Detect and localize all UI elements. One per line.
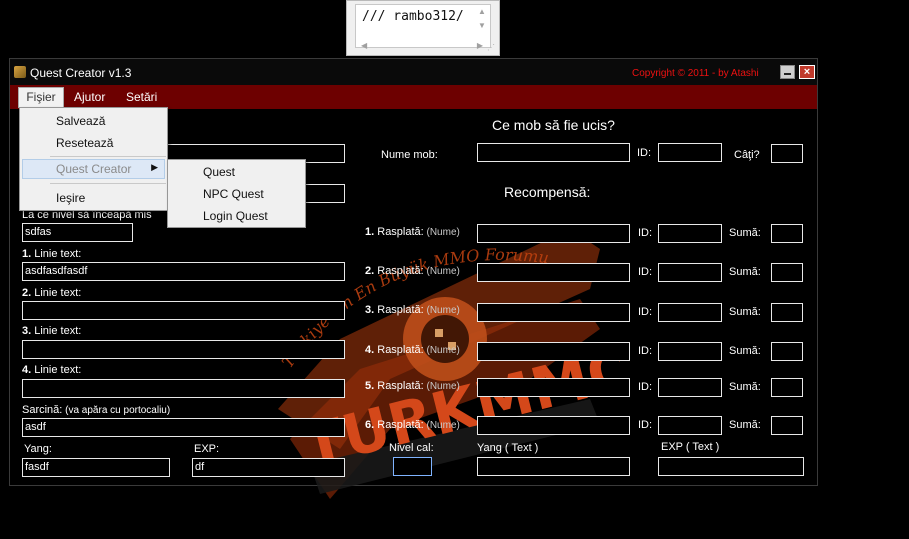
line1-label: 1. Linie text: bbox=[22, 248, 82, 260]
resize-grip-icon[interactable]: ⋰ bbox=[487, 44, 495, 52]
yang-text-input[interactable] bbox=[477, 457, 630, 476]
menu-item-salveaza[interactable]: Salvează bbox=[56, 114, 105, 128]
reward1-id-input[interactable] bbox=[658, 224, 722, 243]
scroll-right-icon[interactable]: ▶ bbox=[477, 42, 483, 50]
reward4-label: 4. Rasplată: (Nume) bbox=[365, 344, 460, 356]
reward3-id-input[interactable] bbox=[658, 303, 722, 322]
exp-input[interactable]: df bbox=[192, 458, 345, 477]
mob-id-label: ID: bbox=[637, 147, 652, 159]
mob-id-input[interactable] bbox=[658, 143, 722, 162]
exp-text-label: EXP ( Text ) bbox=[661, 441, 720, 453]
reward6-sum-input[interactable] bbox=[771, 416, 803, 435]
editor-text: /// rambo312/ bbox=[362, 9, 464, 24]
reward6-id-label: ID: bbox=[638, 419, 653, 431]
reward1-sum-label: Sumă: bbox=[729, 227, 761, 239]
menu-bar: Fişier Ajutor Setări bbox=[10, 85, 817, 109]
scroll-down-icon[interactable]: ▼ bbox=[478, 22, 486, 30]
reward6-id-input[interactable] bbox=[658, 416, 722, 435]
menu-setari[interactable]: Setări bbox=[126, 90, 157, 104]
nivel-cal-label: Nivel cal: bbox=[389, 442, 434, 454]
app-icon bbox=[14, 66, 26, 78]
reward2-id-label: ID: bbox=[638, 266, 653, 278]
menu-separator bbox=[50, 183, 166, 184]
submenu-item-npc-quest[interactable]: NPC Quest bbox=[203, 187, 264, 201]
reward3-name-input[interactable] bbox=[477, 303, 630, 322]
vertical-scrollbar[interactable]: ▲ ▼ bbox=[476, 8, 488, 34]
submenu-arrow-icon: ▶ bbox=[151, 162, 158, 172]
reward1-sum-input[interactable] bbox=[771, 224, 803, 243]
reward2-name-input[interactable] bbox=[477, 263, 630, 282]
reward-heading: Recompensă: bbox=[504, 184, 591, 200]
reward4-id-label: ID: bbox=[638, 345, 653, 357]
task-input[interactable]: asdf bbox=[22, 418, 345, 437]
reward6-label: 6. Rasplată: (Nume) bbox=[365, 419, 460, 431]
mob-count-label: Câţi? bbox=[734, 149, 760, 161]
reward3-label: 3. Rasplată: (Nume) bbox=[365, 304, 460, 316]
line3-input[interactable] bbox=[22, 340, 345, 359]
exp-label: EXP: bbox=[194, 443, 220, 455]
reward2-label: 2. Rasplată: (Nume) bbox=[365, 265, 460, 277]
close-button[interactable]: × bbox=[799, 65, 815, 79]
horizontal-scrollbar[interactable]: ◀ ▶ bbox=[349, 42, 483, 52]
mob-count-input[interactable] bbox=[771, 144, 803, 163]
reward2-sum-input[interactable] bbox=[771, 263, 803, 282]
exp-text-input[interactable] bbox=[658, 457, 804, 476]
reward3-sum-input[interactable] bbox=[771, 303, 803, 322]
mob-name-label: Nume mob: bbox=[381, 149, 438, 161]
reward4-name-input[interactable] bbox=[477, 342, 630, 361]
reward2-id-input[interactable] bbox=[658, 263, 722, 282]
reward5-id-label: ID: bbox=[638, 381, 653, 393]
menu-item-quest-creator[interactable]: Quest Creator ▶ bbox=[22, 159, 165, 179]
window-title: Quest Creator v1.3 bbox=[30, 66, 132, 80]
text-editor-box[interactable]: /// rambo312/ ▲ ▼ ◀ ▶ ⋰ bbox=[346, 0, 500, 56]
reward1-id-label: ID: bbox=[638, 227, 653, 239]
copyright-text: Copyright © 2011 - by Atashi bbox=[632, 68, 759, 79]
reward5-label: 5. Rasplată: (Nume) bbox=[365, 380, 460, 392]
reward5-sum-input[interactable] bbox=[771, 378, 803, 397]
line4-input[interactable] bbox=[22, 379, 345, 398]
line1-input[interactable]: asdfasdfasdf bbox=[22, 262, 345, 281]
reward1-name-input[interactable] bbox=[477, 224, 630, 243]
nivel-cal-input[interactable] bbox=[393, 457, 432, 476]
menu-separator bbox=[50, 156, 166, 157]
minimize-button[interactable] bbox=[780, 65, 795, 79]
reward6-name-input[interactable] bbox=[477, 416, 630, 435]
line2-input[interactable] bbox=[22, 301, 345, 320]
task-label: Sarcină: (va apăra cu portocaliu) bbox=[22, 404, 171, 416]
line2-label: 2. Linie text: bbox=[22, 287, 82, 299]
line3-label: 3. Linie text: bbox=[22, 325, 82, 337]
mob-heading: Ce mob să fie ucis? bbox=[492, 117, 615, 133]
scroll-up-icon[interactable]: ▲ bbox=[478, 8, 486, 16]
reward3-id-label: ID: bbox=[638, 306, 653, 318]
mob-name-input[interactable] bbox=[477, 143, 630, 162]
reward4-sum-input[interactable] bbox=[771, 342, 803, 361]
menu-ajutor[interactable]: Ajutor bbox=[74, 90, 105, 104]
reward5-sum-label: Sumă: bbox=[729, 381, 761, 393]
menu-item-iesire[interactable]: Ieşire bbox=[56, 191, 85, 205]
reward3-sum-label: Sumă: bbox=[729, 306, 761, 318]
line4-label: 4. Linie text: bbox=[22, 364, 82, 376]
title-bar[interactable]: Quest Creator v1.3 Copyright © 2011 - by… bbox=[10, 59, 817, 85]
file-menu-dropdown: Salvează Resetează Quest Creator ▶ Ieşir… bbox=[19, 107, 168, 211]
menu-fisier[interactable]: Fişier bbox=[18, 87, 64, 108]
submenu-item-login-quest[interactable]: Login Quest bbox=[203, 209, 268, 223]
submenu-item-quest[interactable]: Quest bbox=[203, 165, 235, 179]
turkmmo-watermark-logo: Türkiye'nin En Büyük MMO Forumu TURKMMO bbox=[278, 229, 620, 499]
reward4-sum-label: Sumă: bbox=[729, 345, 761, 357]
reward1-label: 1. Rasplată: (Nume) bbox=[365, 226, 460, 238]
yang-input[interactable]: fasdf bbox=[22, 458, 170, 477]
reward4-id-input[interactable] bbox=[658, 342, 722, 361]
quest-creator-label: Quest Creator bbox=[56, 162, 132, 176]
yang-label: Yang: bbox=[24, 443, 52, 455]
level-input[interactable]: sdfas bbox=[22, 223, 133, 242]
quest-creator-window: Quest Creator v1.3 Copyright © 2011 - by… bbox=[9, 58, 818, 499]
reward2-sum-label: Sumă: bbox=[729, 266, 761, 278]
reward6-sum-label: Sumă: bbox=[729, 419, 761, 431]
yang-text-label: Yang ( Text ) bbox=[477, 442, 539, 454]
reward5-name-input[interactable] bbox=[477, 378, 630, 397]
quest-creator-submenu: Quest NPC Quest Login Quest bbox=[167, 159, 306, 228]
menu-item-reseteaza[interactable]: Resetează bbox=[56, 136, 113, 150]
reward5-id-input[interactable] bbox=[658, 378, 722, 397]
scroll-left-icon[interactable]: ◀ bbox=[361, 42, 367, 50]
